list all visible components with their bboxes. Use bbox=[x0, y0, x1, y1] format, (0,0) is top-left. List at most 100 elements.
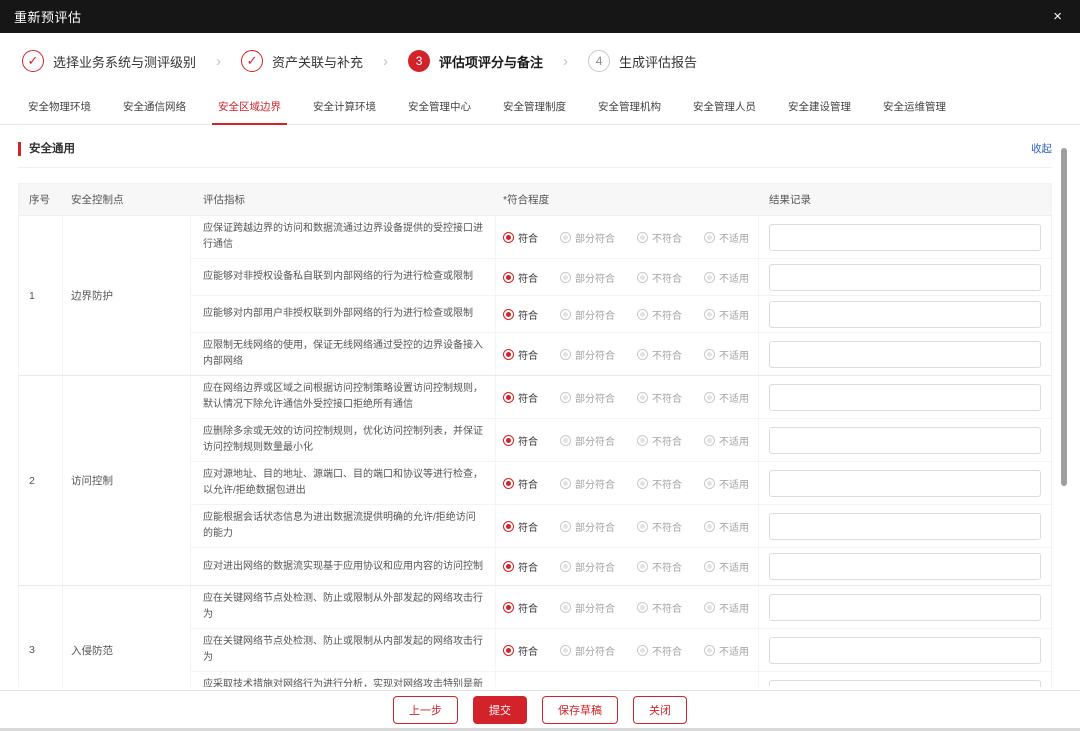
result-input[interactable] bbox=[769, 384, 1041, 411]
compliance-radio[interactable]: 不适用 bbox=[704, 559, 749, 574]
tab-8[interactable]: 安全建设管理 bbox=[782, 88, 857, 125]
tab-0[interactable]: 安全物理环境 bbox=[22, 88, 97, 125]
tab-9[interactable]: 安全运维管理 bbox=[877, 88, 952, 125]
close-button[interactable]: 关闭 bbox=[633, 696, 687, 724]
compliance-radio[interactable]: 不适用 bbox=[704, 643, 749, 658]
compliance-radio[interactable]: 部分符合 bbox=[560, 270, 615, 285]
tab-4[interactable]: 安全管理中心 bbox=[402, 88, 477, 125]
result-input[interactable] bbox=[769, 680, 1041, 688]
compliance-radio[interactable]: 部分符合 bbox=[560, 433, 615, 448]
submit-button[interactable]: 提交 bbox=[473, 696, 527, 724]
compliance-radio[interactable]: 部分符合 bbox=[560, 519, 615, 534]
control-point-cell: 边界防护 bbox=[63, 216, 191, 375]
compliance-radio[interactable]: 部分符合 bbox=[560, 643, 615, 658]
compliance-radio[interactable]: 不适用 bbox=[704, 519, 749, 534]
tab-5[interactable]: 安全管理制度 bbox=[497, 88, 572, 125]
compliance-radio[interactable]: 不适用 bbox=[704, 347, 749, 362]
step-1[interactable]: ✓ 选择业务系统与测评级别 bbox=[22, 50, 196, 72]
compliance-radio[interactable]: 不适用 bbox=[704, 600, 749, 615]
compliance-radio[interactable]: 不符合 bbox=[637, 686, 682, 688]
compliance-radio[interactable]: 不符合 bbox=[637, 643, 682, 658]
compliance-radio[interactable]: 部分符合 bbox=[560, 230, 615, 245]
compliance-radio[interactable]: 不符合 bbox=[637, 270, 682, 285]
compliance-radio[interactable]: 不适用 bbox=[704, 270, 749, 285]
radio-icon bbox=[503, 602, 514, 613]
result-input[interactable] bbox=[769, 470, 1041, 497]
radio-label: 不适用 bbox=[719, 230, 749, 245]
compliance-radio[interactable]: 不符合 bbox=[637, 476, 682, 491]
step-separator-icon: › bbox=[216, 53, 221, 70]
save-draft-button[interactable]: 保存草稿 bbox=[542, 696, 618, 724]
close-icon[interactable]: × bbox=[1053, 9, 1062, 24]
tab-1[interactable]: 安全通信网络 bbox=[117, 88, 192, 125]
compliance-radio[interactable]: 不适用 bbox=[704, 686, 749, 688]
result-input[interactable] bbox=[769, 594, 1041, 621]
result-input[interactable] bbox=[769, 264, 1041, 291]
compliance-radio[interactable]: 符合 bbox=[503, 476, 538, 491]
compliance-radio[interactable]: 符合 bbox=[503, 307, 538, 322]
compliance-radio[interactable]: 不符合 bbox=[637, 347, 682, 362]
compliance-radio[interactable]: 部分符合 bbox=[560, 347, 615, 362]
result-input[interactable] bbox=[769, 513, 1041, 540]
compliance-radio[interactable]: 不符合 bbox=[637, 559, 682, 574]
seq-cell: 2 bbox=[19, 376, 63, 585]
compliance-radio[interactable]: 不适用 bbox=[704, 390, 749, 405]
compliance-radio[interactable]: 符合 bbox=[503, 230, 538, 245]
compliance-radio[interactable]: 符合 bbox=[503, 643, 538, 658]
indicator-text: 应删除多余或无效的访问控制规则，优化访问控制列表，并保证访问控制规则数量最小化 bbox=[191, 419, 496, 461]
compliance-radio[interactable]: 部分符合 bbox=[560, 307, 615, 322]
compliance-radio[interactable]: 符合 bbox=[503, 600, 538, 615]
radio-icon bbox=[704, 232, 715, 243]
compliance-radio[interactable]: 不符合 bbox=[637, 600, 682, 615]
step-4[interactable]: 4 生成评估报告 bbox=[588, 50, 697, 72]
compliance-radio[interactable]: 不符合 bbox=[637, 307, 682, 322]
step-3[interactable]: 3 评估项评分与备注 bbox=[408, 50, 543, 72]
collapse-link[interactable]: 收起 bbox=[1031, 141, 1052, 156]
tab-2[interactable]: 安全区域边界 bbox=[212, 88, 287, 125]
compliance-radio[interactable]: 符合 bbox=[503, 433, 538, 448]
radio-label: 部分符合 bbox=[575, 600, 615, 615]
compliance-radio[interactable]: 部分符合 bbox=[560, 600, 615, 615]
modal-titlebar: 重新预评估 × bbox=[0, 0, 1080, 33]
result-input[interactable] bbox=[769, 224, 1041, 251]
radio-label: 不适用 bbox=[719, 433, 749, 448]
radio-icon bbox=[704, 435, 715, 446]
result-cell bbox=[759, 264, 1051, 291]
compliance-radio[interactable]: 符合 bbox=[503, 347, 538, 362]
compliance-radio[interactable]: 不符合 bbox=[637, 230, 682, 245]
tab-7[interactable]: 安全管理人员 bbox=[687, 88, 762, 125]
step-separator-icon: › bbox=[563, 53, 568, 70]
compliance-radio[interactable]: 部分符合 bbox=[560, 559, 615, 574]
compliance-radio[interactable]: 部分符合 bbox=[560, 476, 615, 491]
compliance-radio[interactable]: 符合 bbox=[503, 686, 538, 688]
result-input[interactable] bbox=[769, 637, 1041, 664]
compliance-radio-group: 符合 部分符合 不符合 不适用 bbox=[496, 462, 759, 504]
indicator-row: 应在网络边界或区域之间根据访问控制策略设置访问控制规则，默认情况下除允许通信外受… bbox=[191, 376, 1051, 419]
compliance-radio[interactable]: 符合 bbox=[503, 390, 538, 405]
compliance-radio[interactable]: 部分符合 bbox=[560, 686, 615, 688]
compliance-radio[interactable]: 不符合 bbox=[637, 433, 682, 448]
tab-3[interactable]: 安全计算环境 bbox=[307, 88, 382, 125]
header-result: 结果记录 bbox=[759, 192, 1051, 207]
compliance-radio[interactable]: 不适用 bbox=[704, 230, 749, 245]
compliance-radio[interactable]: 不适用 bbox=[704, 433, 749, 448]
compliance-radio[interactable]: 不适用 bbox=[704, 307, 749, 322]
result-input[interactable] bbox=[769, 553, 1041, 580]
result-input[interactable] bbox=[769, 341, 1041, 368]
compliance-radio[interactable]: 符合 bbox=[503, 519, 538, 534]
compliance-radio[interactable]: 部分符合 bbox=[560, 390, 615, 405]
result-input[interactable] bbox=[769, 301, 1041, 328]
compliance-radio[interactable]: 不符合 bbox=[637, 519, 682, 534]
compliance-radio[interactable]: 不符合 bbox=[637, 390, 682, 405]
indicator-row: 应能根据会话状态信息为进出数据流提供明确的允许/拒绝访问的能力 符合 部分符合 … bbox=[191, 505, 1051, 548]
tab-6[interactable]: 安全管理机构 bbox=[592, 88, 667, 125]
prev-step-button[interactable]: 上一步 bbox=[393, 696, 458, 724]
compliance-radio[interactable]: 符合 bbox=[503, 270, 538, 285]
radio-label: 符合 bbox=[518, 307, 538, 322]
step-2[interactable]: ✓ 资产关联与补充 bbox=[241, 50, 363, 72]
result-input[interactable] bbox=[769, 427, 1041, 454]
radio-label: 符合 bbox=[518, 433, 538, 448]
compliance-radio[interactable]: 符合 bbox=[503, 559, 538, 574]
vertical-scrollbar-thumb[interactable] bbox=[1061, 148, 1067, 486]
compliance-radio[interactable]: 不适用 bbox=[704, 476, 749, 491]
